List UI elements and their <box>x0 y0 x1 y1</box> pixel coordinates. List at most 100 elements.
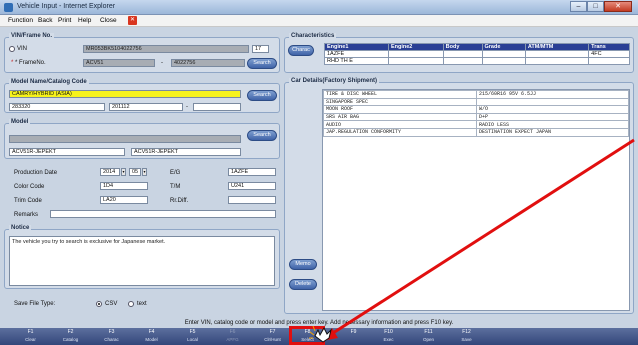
detail-value: DESTINATION EXPECT JAPAN <box>476 127 629 137</box>
f6-apfg-button[interactable]: F6 APFG <box>216 329 249 344</box>
model-name-search-button[interactable]: Search <box>247 90 277 101</box>
trim-code-label: Trim Code <box>14 198 42 204</box>
app-icon <box>4 3 13 12</box>
color-code-input[interactable]: 1D4 <box>100 182 148 190</box>
car-details-table: TIRE & DISC WHEEL 215/60R16 95V 6.5JJ SIN… <box>323 90 629 137</box>
menu-help[interactable]: Help <box>78 17 91 24</box>
menu-close[interactable]: Close <box>100 17 117 24</box>
f4-model-button[interactable]: F4 Model <box>135 329 168 344</box>
notice-group-title: Notice <box>9 225 32 231</box>
model-group: Model Search ACV51R-JEPEKT ACV51R-JEPEKT <box>4 119 280 159</box>
vin-search-button[interactable]: Search <box>247 58 277 69</box>
remarks-input[interactable] <box>50 210 276 218</box>
f12-save-button[interactable]: F12 Save <box>450 329 483 344</box>
text-radio[interactable] <box>128 301 134 307</box>
eg-input[interactable]: 1AZFE <box>228 168 276 176</box>
remarks-label: Remarks <box>14 212 39 218</box>
table-row[interactable]: AUDIO RADIO LESS <box>323 120 629 129</box>
catalog-code-input-2[interactable]: 201112 <box>109 103 183 111</box>
catalog-code-input-1[interactable]: 283320 <box>9 103 105 111</box>
production-month-input[interactable]: 05 <box>129 168 141 176</box>
charac-cell: 4FC <box>588 50 630 58</box>
charac-button[interactable]: Charac <box>288 45 314 56</box>
eg-label: E/G <box>170 170 181 176</box>
close-x-icon[interactable]: ✕ <box>128 16 137 25</box>
f2-catalog-button[interactable]: F2 Catalog <box>54 329 87 344</box>
model-name-group: Model Name/Catalog Code CAMRY/HYBRID (AS… <box>4 79 280 113</box>
table-row[interactable]: TIRE & DISC WHEEL 215/60R16 95V 6.5JJ <box>323 90 629 99</box>
header-trans: Trans <box>588 43 630 51</box>
table-row[interactable]: JAP.REGULATION CONFORMITY DESTINATION EXP… <box>323 127 629 137</box>
memo-button[interactable]: Memo <box>289 259 317 270</box>
rr-diff-input[interactable] <box>228 196 276 204</box>
production-year-input[interactable]: 2014 <box>100 168 120 176</box>
title-bar: Vehicle Input - Internet Explorer – □ ✕ <box>0 0 638 15</box>
frame-no-input-1[interactable]: ACV51 <box>83 59 155 67</box>
delete-button[interactable]: Delete <box>289 279 317 290</box>
characteristics-group-title: Characteristics <box>289 33 337 39</box>
f3-charac-button[interactable]: F3 Charac <box>95 329 128 344</box>
car-details-group-title: Car Details(Factory Shipment) <box>289 78 380 84</box>
maximize-button[interactable]: □ <box>587 1 604 12</box>
save-file-type-label: Save File Type: <box>14 301 56 307</box>
menu-back[interactable]: Back <box>38 17 52 24</box>
model-name-group-title: Model Name/Catalog Code <box>9 79 89 85</box>
header-grade: Grade <box>481 43 526 51</box>
month-spin-icon[interactable]: ▾ <box>142 168 147 176</box>
car-details-list: TIRE & DISC WHEEL 215/60R16 95V 6.5JJ SIN… <box>322 89 630 311</box>
window-title: Vehicle Input - Internet Explorer <box>17 3 116 10</box>
charac-cell <box>481 57 526 65</box>
menu-bar: Function Back Print Help Close ✕ <box>0 15 638 27</box>
frame-no-label: * * FrameNo. <box>11 60 46 66</box>
detail-item: MOON ROOF <box>323 105 477 114</box>
vin-radio[interactable] <box>9 46 15 52</box>
charac-cell <box>442 57 483 65</box>
model-search-button[interactable]: Search <box>247 130 277 141</box>
detail-value: W/O <box>476 105 629 114</box>
vin-input[interactable]: MR053BK5104022756 <box>83 45 249 53</box>
charac-cell <box>481 50 526 58</box>
table-row[interactable]: SINGAPORE SPEC <box>323 97 629 107</box>
detail-item: AUDIO <box>323 120 477 129</box>
f5-local-button[interactable]: F5 Local <box>176 329 209 344</box>
vehicle-input-window: Vehicle Input - Internet Explorer – □ ✕ … <box>0 0 638 345</box>
menu-print[interactable]: Print <box>58 17 71 24</box>
f11-open-button[interactable]: F11 Open <box>412 329 445 344</box>
text-radio-label: text <box>137 301 147 307</box>
header-body: Body <box>442 43 483 51</box>
f10-exec-button[interactable]: F10 Exec <box>372 329 405 344</box>
f9-button[interactable]: F9 <box>337 329 370 344</box>
notice-textbox: The vehicle you try to search is exclusi… <box>9 236 275 286</box>
notice-group: Notice The vehicle you try to search is … <box>4 225 280 289</box>
detail-value <box>476 97 629 107</box>
detail-item: SINGAPORE SPEC <box>323 97 477 107</box>
trim-code-input[interactable]: LA20 <box>100 196 148 204</box>
window-close-button[interactable]: ✕ <box>604 1 632 12</box>
minimize-button[interactable]: – <box>570 1 587 12</box>
charac-cell <box>387 57 444 65</box>
detail-item: SRS AIR BAG <box>323 112 477 122</box>
year-spin-icon[interactable]: ▾ <box>121 168 126 176</box>
header-atm-mtm: ATM/MTM <box>524 43 590 51</box>
model-name-input[interactable]: CAMRY/HYBRID (ASIA) <box>9 90 241 98</box>
frame-no-input-2[interactable]: 4022756 <box>171 59 245 67</box>
csv-radio[interactable] <box>96 301 102 307</box>
detail-value: RADIO LESS <box>476 120 629 129</box>
model-field-2[interactable]: ACV51R-JEPEKT <box>131 148 241 156</box>
catalog-code-input-3[interactable] <box>193 103 241 111</box>
f7-clr-hunt-button[interactable]: F7 Clr/Hunt <box>256 329 289 344</box>
model-field-1[interactable]: ACV51R-JEPEKT <box>9 148 125 156</box>
rr-diff-label: Rr.Diff. <box>170 198 189 204</box>
detail-item: TIRE & DISC WHEEL <box>323 90 477 99</box>
tm-input[interactable]: U241 <box>228 182 276 190</box>
model-input[interactable] <box>9 135 241 143</box>
catalog-code-separator: - <box>186 104 188 110</box>
menu-function[interactable]: Function <box>8 17 33 24</box>
f1-clear-button[interactable]: F1 Clear <box>14 329 47 344</box>
detail-value: D+P <box>476 112 629 122</box>
table-row[interactable]: SRS AIR BAG D+P <box>323 112 629 122</box>
charac-cell <box>524 57 590 65</box>
table-row[interactable]: MOON ROOF W/O <box>323 105 629 114</box>
characteristics-group: Characteristics Charac Engine1 Engine2 B… <box>284 33 634 73</box>
vin-group: VIN/Frame No. VIN MR053BK5104022756 17 *… <box>4 33 280 73</box>
